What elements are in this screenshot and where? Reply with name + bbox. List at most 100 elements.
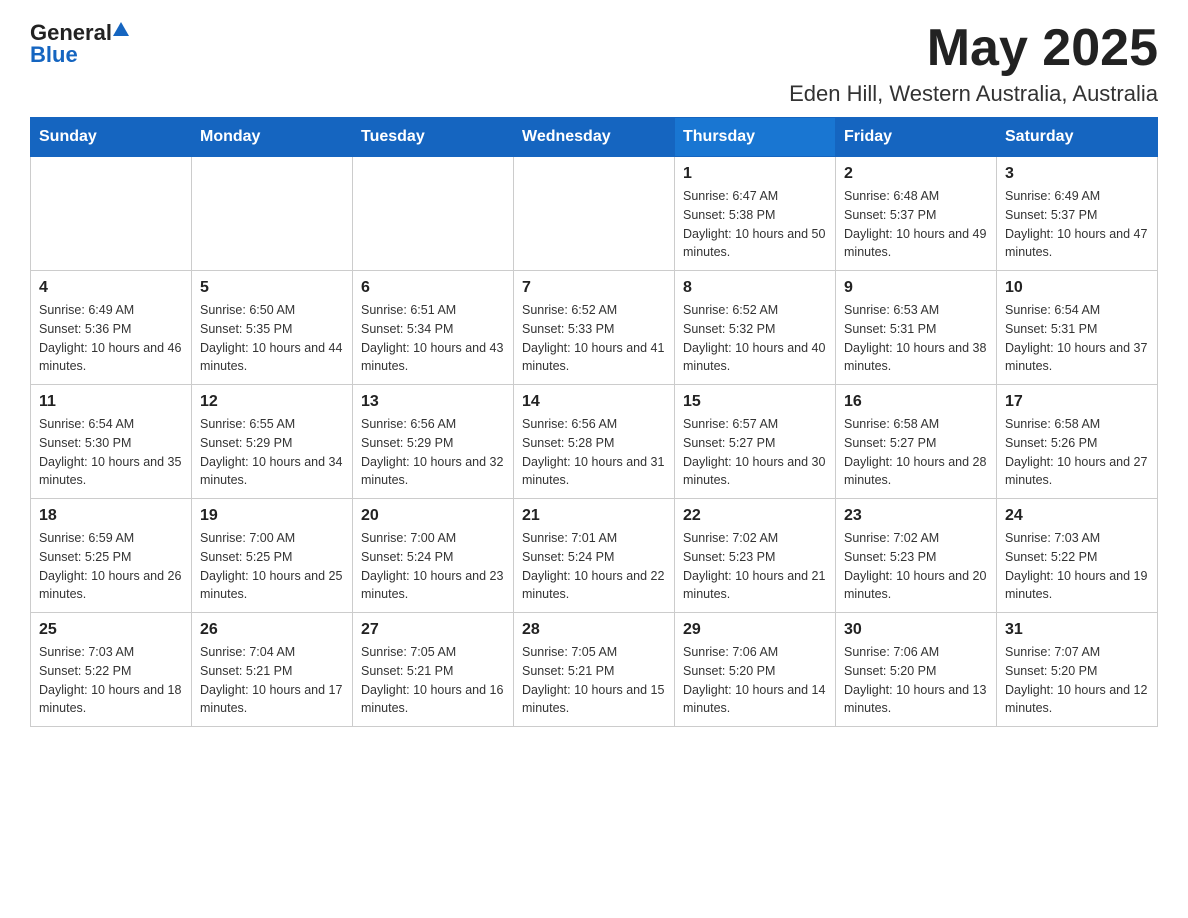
day-number: 12 [200,393,344,411]
day-info: Sunrise: 6:54 AMSunset: 5:31 PMDaylight:… [1005,301,1149,376]
calendar-day-29: 29 Sunrise: 7:06 AMSunset: 5:20 PMDayligh… [675,613,836,727]
day-info: Sunrise: 7:00 AMSunset: 5:25 PMDaylight:… [200,529,344,604]
day-info: Sunrise: 7:02 AMSunset: 5:23 PMDaylight:… [844,529,988,604]
calendar-day-14: 14 Sunrise: 6:56 AMSunset: 5:28 PMDayligh… [514,385,675,499]
calendar-day-24: 24 Sunrise: 7:03 AMSunset: 5:22 PMDayligh… [997,499,1158,613]
calendar-day-11: 11 Sunrise: 6:54 AMSunset: 5:30 PMDayligh… [31,385,192,499]
day-info: Sunrise: 6:48 AMSunset: 5:37 PMDaylight:… [844,187,988,262]
calendar-day-4: 4 Sunrise: 6:49 AMSunset: 5:36 PMDaylight… [31,271,192,385]
calendar-day-22: 22Sunrise: 7:02 AMSunset: 5:23 PMDayligh… [675,499,836,613]
location-title: Eden Hill, Western Australia, Australia [789,81,1158,107]
day-info: Sunrise: 6:52 AMSunset: 5:33 PMDaylight:… [522,301,666,376]
calendar-week-row: 4 Sunrise: 6:49 AMSunset: 5:36 PMDaylight… [31,271,1158,385]
day-info: Sunrise: 6:49 AMSunset: 5:36 PMDaylight:… [39,301,183,376]
calendar-header-saturday: Saturday [997,118,1158,157]
calendar-empty-cell [514,157,675,271]
calendar-day-5: 5 Sunrise: 6:50 AMSunset: 5:35 PMDaylight… [192,271,353,385]
calendar-day-10: 10 Sunrise: 6:54 AMSunset: 5:31 PMDayligh… [997,271,1158,385]
calendar-day-15: 15Sunrise: 6:57 AMSunset: 5:27 PMDayligh… [675,385,836,499]
calendar-header-thursday: Thursday [675,118,836,157]
day-info: Sunrise: 6:47 AMSunset: 5:38 PMDaylight:… [683,187,827,262]
day-info: Sunrise: 7:01 AMSunset: 5:24 PMDaylight:… [522,529,666,604]
calendar-day-19: 19 Sunrise: 7:00 AMSunset: 5:25 PMDayligh… [192,499,353,613]
day-info: Sunrise: 6:54 AMSunset: 5:30 PMDaylight:… [39,415,183,490]
day-number: 28 [522,621,666,639]
logo-blue-text: Blue [30,42,78,67]
calendar-header-tuesday: Tuesday [353,118,514,157]
day-info: Sunrise: 6:49 AMSunset: 5:37 PMDaylight:… [1005,187,1149,262]
calendar-day-26: 26Sunrise: 7:04 AMSunset: 5:21 PMDayligh… [192,613,353,727]
day-number: 11 [39,393,183,411]
calendar-empty-cell [353,157,514,271]
day-number: 31 [1005,621,1149,639]
calendar-week-row: 18 Sunrise: 6:59 AMSunset: 5:25 PMDayligh… [31,499,1158,613]
calendar-header-sunday: Sunday [31,118,192,157]
day-info: Sunrise: 6:59 AMSunset: 5:25 PMDaylight:… [39,529,183,604]
day-info: Sunrise: 6:52 AMSunset: 5:32 PMDaylight:… [683,301,827,376]
day-number: 19 [200,507,344,525]
day-info: Sunrise: 6:58 AMSunset: 5:26 PMDaylight:… [1005,415,1149,490]
calendar-day-25: 25Sunrise: 7:03 AMSunset: 5:22 PMDayligh… [31,613,192,727]
day-number: 8 [683,279,827,297]
calendar-day-23: 23 Sunrise: 7:02 AMSunset: 5:23 PMDayligh… [836,499,997,613]
day-number: 9 [844,279,988,297]
day-info: Sunrise: 7:03 AMSunset: 5:22 PMDaylight:… [1005,529,1149,604]
calendar-day-21: 21 Sunrise: 7:01 AMSunset: 5:24 PMDayligh… [514,499,675,613]
day-info: Sunrise: 7:03 AMSunset: 5:22 PMDaylight:… [39,643,183,718]
calendar-day-3: 3Sunrise: 6:49 AMSunset: 5:37 PMDaylight… [997,157,1158,271]
day-info: Sunrise: 7:04 AMSunset: 5:21 PMDaylight:… [200,643,344,718]
day-info: Sunrise: 6:56 AMSunset: 5:28 PMDaylight:… [522,415,666,490]
calendar-header-friday: Friday [836,118,997,157]
calendar-day-8: 8 Sunrise: 6:52 AMSunset: 5:32 PMDaylight… [675,271,836,385]
calendar-header-monday: Monday [192,118,353,157]
day-number: 17 [1005,393,1149,411]
day-info: Sunrise: 7:06 AMSunset: 5:20 PMDaylight:… [844,643,988,718]
calendar-day-1: 1 Sunrise: 6:47 AMSunset: 5:38 PMDaylight… [675,157,836,271]
day-number: 24 [1005,507,1149,525]
day-number: 4 [39,279,183,297]
day-number: 29 [683,621,827,639]
day-info: Sunrise: 7:00 AMSunset: 5:24 PMDaylight:… [361,529,505,604]
calendar-day-18: 18 Sunrise: 6:59 AMSunset: 5:25 PMDayligh… [31,499,192,613]
calendar-day-30: 30 Sunrise: 7:06 AMSunset: 5:20 PMDayligh… [836,613,997,727]
day-info: Sunrise: 7:06 AMSunset: 5:20 PMDaylight:… [683,643,827,718]
day-info: Sunrise: 6:51 AMSunset: 5:34 PMDaylight:… [361,301,505,376]
calendar-header-wednesday: Wednesday [514,118,675,157]
calendar-week-row: 11 Sunrise: 6:54 AMSunset: 5:30 PMDayligh… [31,385,1158,499]
day-info: Sunrise: 7:02 AMSunset: 5:23 PMDaylight:… [683,529,827,604]
day-number: 1 [683,165,827,183]
calendar-day-9: 9 Sunrise: 6:53 AMSunset: 5:31 PMDaylight… [836,271,997,385]
calendar-day-17: 17 Sunrise: 6:58 AMSunset: 5:26 PMDayligh… [997,385,1158,499]
calendar-day-27: 27 Sunrise: 7:05 AMSunset: 5:21 PMDayligh… [353,613,514,727]
calendar-day-28: 28Sunrise: 7:05 AMSunset: 5:21 PMDayligh… [514,613,675,727]
day-number: 14 [522,393,666,411]
calendar-day-16: 16Sunrise: 6:58 AMSunset: 5:27 PMDayligh… [836,385,997,499]
day-info: Sunrise: 6:53 AMSunset: 5:31 PMDaylight:… [844,301,988,376]
day-info: Sunrise: 6:57 AMSunset: 5:27 PMDaylight:… [683,415,827,490]
day-number: 13 [361,393,505,411]
day-number: 10 [1005,279,1149,297]
logo: General Blue [30,20,130,68]
day-number: 30 [844,621,988,639]
day-number: 2 [844,165,988,183]
title-section: May 2025 Eden Hill, Western Australia, A… [789,20,1158,107]
day-number: 5 [200,279,344,297]
calendar-day-7: 7 Sunrise: 6:52 AMSunset: 5:33 PMDaylight… [514,271,675,385]
calendar-empty-cell [192,157,353,271]
calendar-day-2: 2 Sunrise: 6:48 AMSunset: 5:37 PMDaylight… [836,157,997,271]
month-title: May 2025 [789,20,1158,77]
calendar-day-13: 13Sunrise: 6:56 AMSunset: 5:29 PMDayligh… [353,385,514,499]
day-info: Sunrise: 7:07 AMSunset: 5:20 PMDaylight:… [1005,643,1149,718]
day-number: 27 [361,621,505,639]
day-number: 18 [39,507,183,525]
calendar-day-12: 12Sunrise: 6:55 AMSunset: 5:29 PMDayligh… [192,385,353,499]
day-info: Sunrise: 6:50 AMSunset: 5:35 PMDaylight:… [200,301,344,376]
day-info: Sunrise: 7:05 AMSunset: 5:21 PMDaylight:… [361,643,505,718]
page-header: General Blue May 2025 Eden Hill, Western… [30,20,1158,107]
day-number: 16 [844,393,988,411]
calendar-table: SundayMondayTuesdayWednesdayThursdayFrid… [30,117,1158,727]
calendar-week-row: 25Sunrise: 7:03 AMSunset: 5:22 PMDayligh… [31,613,1158,727]
day-number: 7 [522,279,666,297]
day-number: 23 [844,507,988,525]
day-number: 21 [522,507,666,525]
